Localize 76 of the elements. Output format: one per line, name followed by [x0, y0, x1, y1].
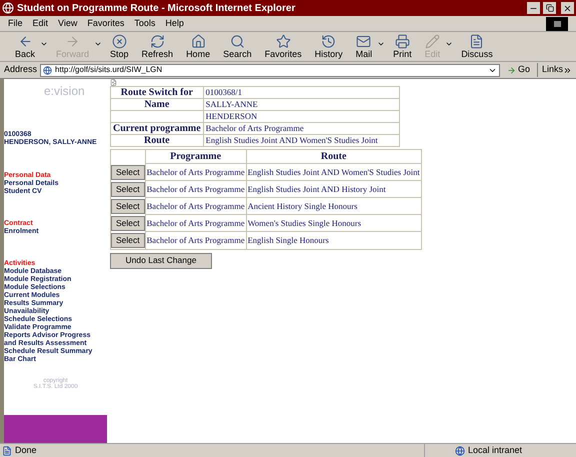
programme-cell: Bachelor of Arts Programme — [145, 214, 246, 232]
window-title: Student on Programme Route - Microsoft Internet Explorer — [17, 2, 296, 16]
page-icon — [43, 66, 52, 74]
menu-item[interactable]: View — [58, 16, 78, 30]
address-field[interactable]: http://golf/si/sits.urd/SIW_LGN — [40, 64, 500, 76]
windows-logo-icon — [546, 16, 568, 30]
toolbar-button[interactable]: Home — [181, 34, 216, 59]
info-label: Current programme — [110, 122, 204, 134]
document-icon — [469, 34, 484, 49]
zone-label: Local intranet — [468, 444, 522, 457]
info-value: SALLY-ANNE — [203, 98, 400, 110]
mail-icon — [356, 34, 372, 49]
toolbar-button[interactable]: History — [310, 34, 348, 59]
programme-cell: Bachelor of Arts Programme — [145, 180, 246, 198]
go-button[interactable]: Go — [502, 63, 534, 77]
route-cell: English Single Honours — [246, 232, 422, 249]
info-value: Bachelor of Arts Programme — [203, 122, 400, 134]
history-icon — [321, 34, 336, 49]
home-icon — [190, 34, 206, 49]
menu-item[interactable]: Edit — [32, 16, 48, 30]
star-icon — [276, 34, 291, 49]
menu-item[interactable]: Favorites — [87, 16, 124, 30]
menu-item[interactable]: Tools — [134, 16, 156, 30]
column-header: Route — [246, 150, 422, 164]
browser-icon — [2, 2, 14, 14]
undo-button[interactable]: Undo Last Change — [110, 252, 212, 268]
select-button[interactable]: Select — [111, 198, 145, 214]
go-arrow-icon — [506, 66, 516, 74]
route-cell: Ancient History Single Honours — [246, 198, 422, 214]
intranet-icon — [455, 446, 465, 456]
info-value: HENDERSON — [203, 110, 400, 122]
dropdown-caret-icon[interactable] — [377, 40, 386, 48]
info-label: Route Switch for — [110, 86, 204, 98]
info-value: 0100368/1 — [203, 86, 400, 98]
select-button[interactable]: Select — [111, 182, 145, 196]
refresh-icon — [150, 34, 165, 49]
info-value: English Studies Joint AND Women'S Studies Joint — [203, 134, 400, 146]
evision-logo: e:vision — [44, 87, 86, 95]
toolbar-button[interactable]: Search — [218, 34, 257, 59]
printer-icon — [394, 34, 410, 49]
search-icon — [230, 34, 245, 49]
select-button[interactable]: Select — [111, 216, 145, 230]
programme-cell: Bachelor of Arts Programme — [145, 198, 246, 214]
select-button[interactable]: Select — [111, 232, 145, 248]
toolbar-button[interactable]: Mail — [350, 34, 378, 59]
restore-button[interactable] — [543, 2, 556, 14]
menu-item[interactable]: File — [8, 16, 23, 30]
column-header: Programme — [145, 150, 246, 164]
stop-icon — [112, 34, 127, 49]
route-cell: English Studies Joint AND Women'S Studies Joint — [246, 164, 422, 180]
chevrons-icon — [563, 66, 572, 74]
select-button[interactable]: Select — [111, 164, 145, 180]
toolbar-button[interactable]: Print — [388, 34, 417, 59]
menu-item[interactable]: Help — [165, 16, 184, 30]
toolbar-button[interactable]: Favorites — [260, 34, 307, 59]
route-cell: English Studies Joint AND History Joint — [246, 180, 422, 198]
forward-arrow-icon — [65, 34, 80, 49]
restore-icon — [546, 4, 554, 12]
page-icon — [2, 446, 12, 456]
programme-cell: Bachelor of Arts Programme — [145, 232, 246, 249]
close-icon — [563, 4, 572, 12]
toolbar-button[interactable]: Stop — [105, 34, 134, 59]
dropdown-caret-icon[interactable] — [40, 40, 48, 48]
programme-cell: Bachelor of Arts Programme — [145, 164, 246, 180]
info-label: Route — [110, 134, 204, 146]
minimize-button[interactable] — [527, 2, 540, 14]
address-label: Address — [4, 63, 38, 76]
status-text: Done — [15, 444, 38, 457]
toolbar-button[interactable]: Refresh — [136, 34, 178, 59]
links-button[interactable]: Links — [536, 63, 572, 77]
info-label: Name — [110, 98, 204, 110]
toolbar-button[interactable]: Back — [10, 34, 40, 59]
close-button[interactable] — [561, 2, 574, 14]
pencil-icon — [424, 34, 440, 49]
route-cell: Women's Studies Single Honours — [246, 214, 422, 232]
toolbar-button[interactable]: Discuss — [456, 34, 498, 59]
